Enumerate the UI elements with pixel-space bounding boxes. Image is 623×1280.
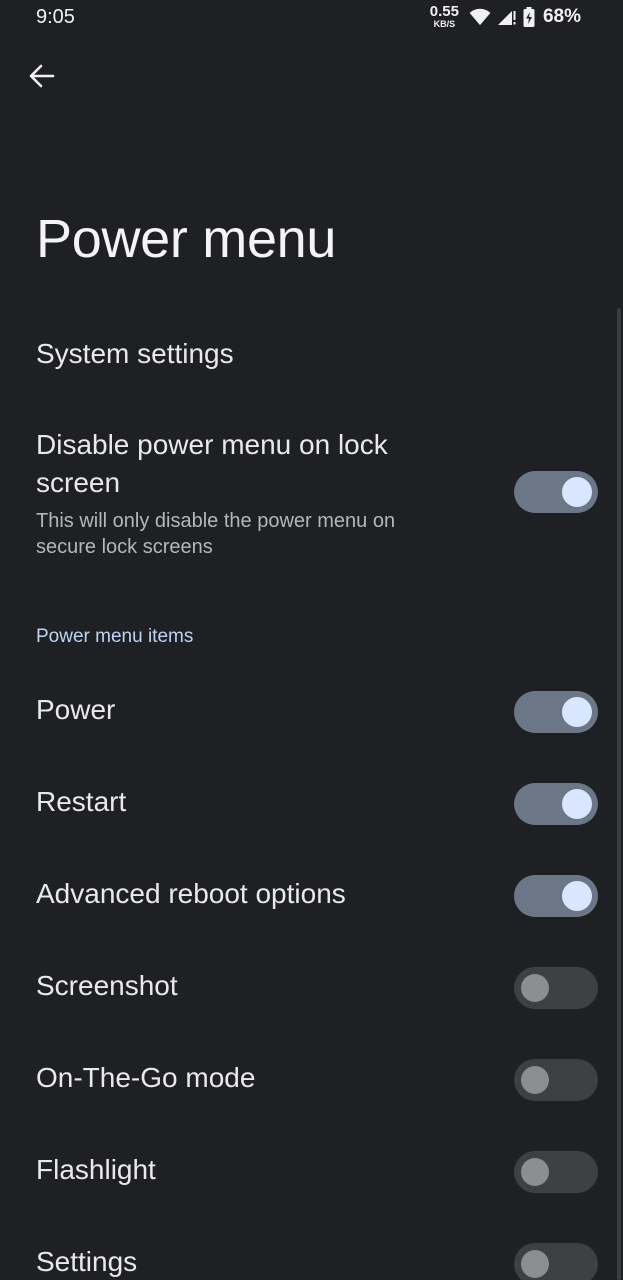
back-button[interactable]: [20, 56, 64, 100]
power-toggle[interactable]: [514, 691, 598, 733]
screenshot-toggle[interactable]: [514, 967, 598, 1009]
section-header: Power menu items: [36, 626, 194, 647]
item-row-power[interactable]: Power: [0, 666, 615, 758]
item-label-settings: Settings: [36, 1246, 138, 1277]
system-settings-label: System settings: [36, 338, 234, 369]
status-bar: 9:05 0.55 KB/S 68%: [0, 0, 623, 36]
item-label-flashlight: Flashlight: [36, 1154, 156, 1185]
toggle-knob: [521, 974, 549, 1002]
item-row-restart[interactable]: Restart: [0, 758, 615, 850]
item-row-screenshot[interactable]: Screenshot: [0, 942, 615, 1034]
battery-percent: 68%: [542, 5, 581, 27]
item-label-restart: Restart: [36, 786, 127, 817]
toggle-knob: [521, 1066, 549, 1094]
toggle-knob: [521, 1158, 549, 1186]
system-settings-row[interactable]: System settings: [0, 318, 615, 390]
network-speed-value: 0.55: [429, 3, 459, 20]
arrow-back-icon: [29, 64, 55, 93]
battery-charging-icon: [523, 6, 535, 27]
item-row-settings[interactable]: Settings: [0, 1218, 615, 1280]
signal-icon: [497, 8, 517, 26]
restart-toggle[interactable]: [514, 783, 598, 825]
item-row-advanced-reboot[interactable]: Advanced reboot options: [0, 850, 615, 942]
on-the-go-toggle[interactable]: [514, 1059, 598, 1101]
status-icons: 0.55 KB/S 68%: [430, 4, 581, 29]
toggle-knob: [562, 881, 592, 911]
status-time: 9:05: [36, 6, 75, 28]
page-title: Power menu: [36, 209, 337, 269]
wifi-icon: [469, 8, 491, 26]
network-speed-unit: KB/S: [433, 19, 456, 29]
item-row-flashlight[interactable]: Flashlight: [0, 1126, 615, 1218]
item-label-power: Power: [36, 694, 116, 725]
advanced-reboot-toggle[interactable]: [514, 875, 598, 917]
flashlight-toggle[interactable]: [514, 1151, 598, 1193]
network-speed: 0.55 KB/S: [430, 4, 459, 29]
toggle-knob: [521, 1250, 549, 1278]
settings-toggle[interactable]: [514, 1243, 598, 1280]
disable-lock-screen-toggle[interactable]: [514, 471, 598, 513]
scrollbar[interactable]: [617, 308, 621, 1280]
toggle-knob: [562, 789, 592, 819]
item-row-on-the-go[interactable]: On-The-Go mode: [0, 1034, 615, 1126]
disable-lock-screen-row[interactable]: Disable power menu on lock screen This w…: [0, 410, 615, 580]
toggle-knob: [562, 697, 592, 727]
toggle-knob: [562, 477, 592, 507]
item-label-screenshot: Screenshot: [36, 970, 178, 1001]
item-label-on-the-go: On-The-Go mode: [36, 1062, 256, 1093]
disable-lock-screen-title: Disable power menu on lock screen: [36, 429, 388, 498]
disable-lock-screen-subtitle: This will only disable the power menu on…: [36, 510, 396, 558]
item-label-advanced-reboot: Advanced reboot options: [36, 878, 346, 909]
